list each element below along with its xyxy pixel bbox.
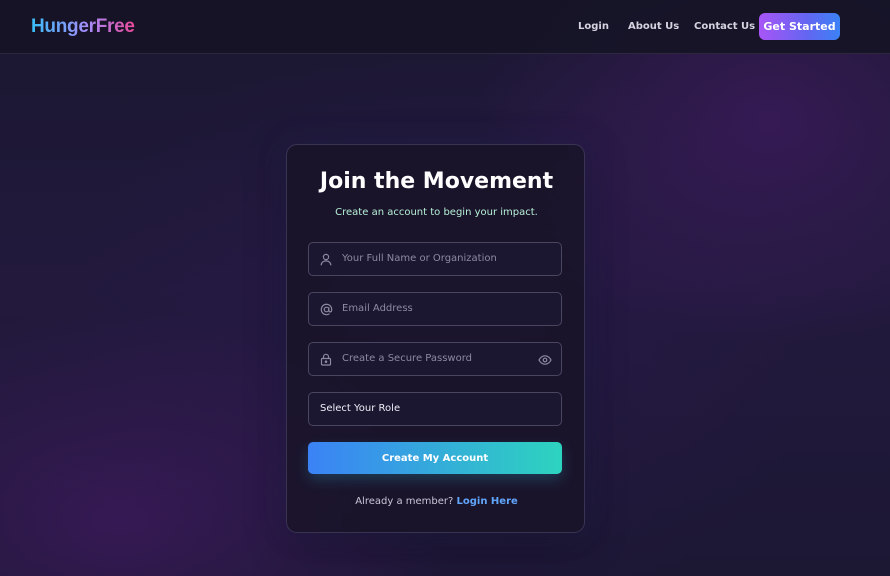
login-prompt: Already a member? Login Here: [287, 496, 586, 507]
card-subtitle: Create an account to begin your impact.: [335, 207, 538, 218]
email-input[interactable]: Email Address: [308, 292, 562, 326]
brand-logo[interactable]: HungerFree: [31, 16, 135, 38]
signup-card: Join the Movement Create an account to b…: [286, 144, 585, 533]
get-started-button[interactable]: Get Started: [759, 13, 840, 40]
password-input[interactable]: Create a Secure Password: [308, 342, 562, 376]
card-title: Join the Movement: [319, 169, 554, 194]
nav-contact-link[interactable]: Contact Us: [694, 21, 755, 32]
user-icon: [319, 251, 333, 267]
full-name-placeholder: Your Full Name or Organization: [342, 253, 497, 264]
full-name-input[interactable]: Your Full Name or Organization: [308, 242, 562, 276]
create-account-button[interactable]: Create My Account: [308, 442, 562, 474]
email-placeholder: Email Address: [342, 303, 413, 314]
lock-icon: [319, 351, 333, 367]
login-here-link[interactable]: Login Here: [456, 496, 517, 507]
top-navbar: HungerFree Login About Us Contact Us Get…: [0, 0, 890, 54]
nav-login-link[interactable]: Login: [578, 21, 609, 32]
nav-about-link[interactable]: About Us: [628, 21, 679, 32]
at-icon: [319, 301, 333, 317]
login-prompt-text: Already a member?: [355, 496, 457, 507]
role-select[interactable]: Select Your Role: [308, 392, 562, 426]
eye-icon[interactable]: [538, 352, 552, 366]
role-select-value: Select Your Role: [320, 403, 401, 414]
password-placeholder: Create a Secure Password: [342, 353, 472, 364]
